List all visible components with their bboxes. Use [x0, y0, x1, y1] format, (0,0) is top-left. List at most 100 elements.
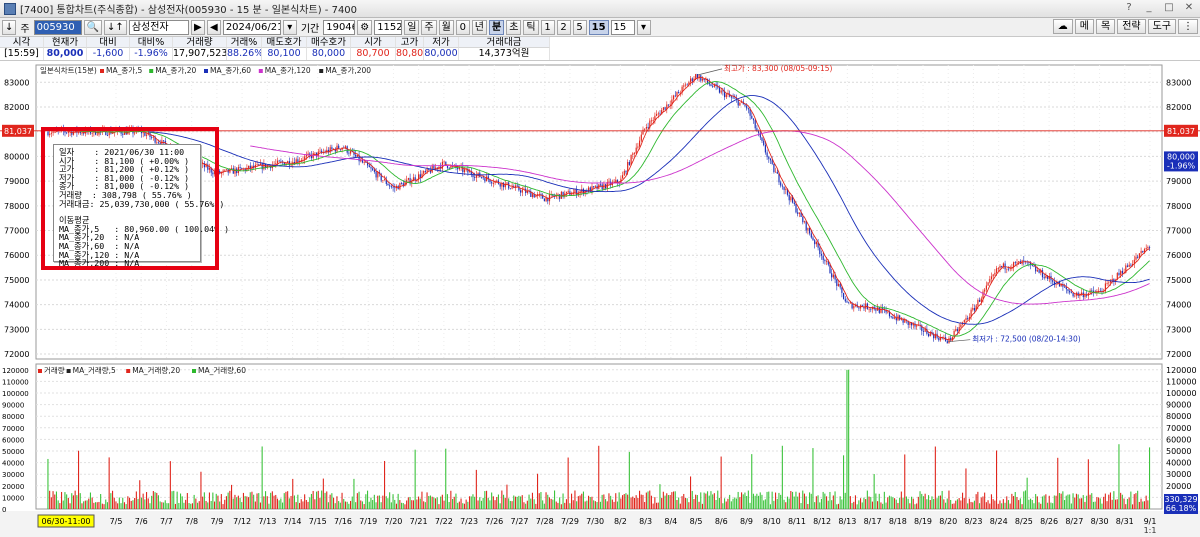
- volume-bar: [513, 495, 515, 509]
- minimize-button[interactable]: _: [1142, 2, 1156, 13]
- period-minute-button[interactable]: 분: [489, 19, 505, 35]
- period-month-button[interactable]: 월: [438, 19, 454, 35]
- period-year-button[interactable]: 년: [471, 19, 487, 35]
- volume-bar: [431, 496, 433, 509]
- volume-bar: [106, 502, 108, 509]
- volume-axis-tick-left: 10000: [2, 494, 24, 502]
- stock-name-field[interactable]: 삼성전자: [128, 19, 189, 35]
- volume-bar: [174, 503, 176, 509]
- play-icon[interactable]: ▶: [190, 19, 205, 35]
- list-button[interactable]: 목: [1095, 19, 1116, 34]
- help-button[interactable]: ?: [1122, 2, 1136, 13]
- volume-bar: [958, 498, 960, 509]
- volume-bar: [385, 496, 387, 509]
- quote-header: 거래%: [227, 37, 262, 48]
- volume-bar: [809, 492, 811, 509]
- search-icon[interactable]: 🔍: [83, 19, 103, 35]
- maximize-button[interactable]: □: [1162, 2, 1176, 13]
- volume-bar: [1147, 500, 1149, 509]
- volume-bar: [225, 496, 227, 509]
- prev-icon[interactable]: ◀: [206, 19, 221, 35]
- volume-bar: [1118, 444, 1120, 509]
- volume-legend-item: MA_거래량,5: [73, 366, 116, 375]
- volume-bar: [807, 503, 809, 509]
- minute-1-button[interactable]: 1: [540, 19, 555, 35]
- volume-bar: [501, 490, 503, 509]
- volume-bar: [47, 458, 49, 509]
- volume-bar: [521, 495, 523, 509]
- volume-bar: [314, 499, 316, 509]
- volume-bar: [710, 491, 712, 509]
- candle-body: [667, 104, 670, 106]
- count-input[interactable]: 1152: [374, 19, 403, 35]
- volume-bar: [338, 501, 340, 509]
- candle-body: [290, 164, 292, 166]
- quote-cell: 거래대금 14,373억원: [459, 37, 550, 61]
- candle-body: [239, 167, 241, 168]
- volume-bar: [586, 500, 588, 509]
- candle-body: [305, 155, 307, 157]
- candle-body: [997, 268, 999, 269]
- calendar-dropdown-icon[interactable]: ▾: [282, 19, 297, 35]
- close-button[interactable]: ✕: [1182, 2, 1196, 13]
- volume-bar: [367, 490, 369, 509]
- minute-2-button[interactable]: 2: [556, 19, 571, 35]
- settings-icon[interactable]: ⚙: [357, 19, 373, 35]
- minute-dropdown-icon[interactable]: ▾: [636, 19, 651, 35]
- volume-bar: [584, 501, 586, 509]
- period-input[interactable]: 19046: [323, 19, 356, 35]
- volume-bar: [790, 490, 792, 509]
- volume-bar: [880, 502, 882, 509]
- period-zero-button[interactable]: 0: [455, 19, 470, 35]
- volume-bar: [885, 502, 887, 509]
- volume-bar: [975, 494, 977, 509]
- volume-axis-tick-left: 20000: [2, 483, 24, 491]
- minute-5-button[interactable]: 5: [572, 19, 587, 35]
- left-arrow-icon[interactable]: ↓: [2, 19, 17, 35]
- volume-bar: [622, 495, 624, 509]
- volume-bar: [55, 491, 57, 509]
- volume-bar: [747, 490, 749, 509]
- volume-bar: [256, 493, 258, 509]
- more-icon[interactable]: ⋮: [1178, 19, 1198, 34]
- volume-bar: [894, 498, 896, 509]
- cloud-icon[interactable]: ☁: [1052, 19, 1073, 34]
- candle-body: [106, 135, 109, 136]
- memo-button[interactable]: 메: [1074, 19, 1094, 34]
- volume-bar: [373, 494, 375, 509]
- strategy-button[interactable]: 전략: [1117, 19, 1146, 34]
- volume-bar: [968, 498, 970, 509]
- chart-area[interactable]: 8300083000820008200081000810008000080000…: [0, 61, 1200, 537]
- candle-body: [1111, 279, 1113, 281]
- candle-body: [751, 115, 753, 119]
- period-week-button[interactable]: 주: [421, 19, 437, 35]
- volume-bar: [752, 493, 754, 509]
- minute-15-button[interactable]: 15: [588, 19, 609, 35]
- volume-bar: [625, 493, 627, 509]
- date-input[interactable]: 2024/06/21: [222, 19, 281, 35]
- volume-bar: [922, 496, 924, 509]
- candle-body: [363, 162, 365, 163]
- order-icon[interactable]: ↓↑: [104, 19, 127, 35]
- minute-select[interactable]: 15: [610, 19, 635, 35]
- volume-bar: [117, 503, 119, 509]
- period-second-button[interactable]: 초: [506, 19, 522, 35]
- volume-bar: [712, 494, 714, 509]
- candle-body: [1118, 272, 1120, 276]
- candle-body: [492, 182, 494, 184]
- candle-body: [594, 185, 596, 187]
- candle-body: [771, 160, 773, 165]
- tools-button[interactable]: 도구: [1147, 19, 1176, 34]
- volume-bar: [533, 499, 535, 509]
- stock-code-input[interactable]: 005930: [33, 19, 82, 35]
- candle-body: [96, 134, 98, 136]
- volume-bar: [817, 495, 819, 509]
- candle-body: [625, 171, 627, 173]
- data-info-box: 일자 : 2021/06/30 11:00 시가 : 81,100 ( +0.00…: [53, 144, 229, 267]
- quote-header: 시각: [0, 37, 44, 48]
- x-axis-label: 8/25: [1015, 517, 1033, 526]
- period-tick-button[interactable]: 틱: [523, 19, 539, 35]
- volume-bar: [178, 502, 180, 509]
- volume-bar: [900, 491, 902, 509]
- period-day-button[interactable]: 일: [404, 19, 420, 35]
